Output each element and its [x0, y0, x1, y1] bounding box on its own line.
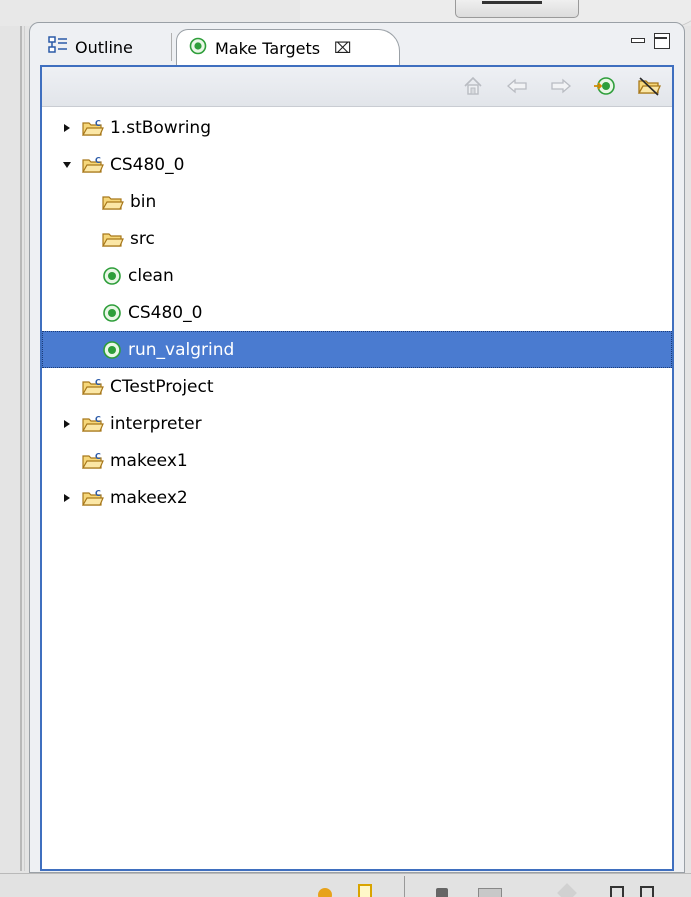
status-icon-2[interactable] [358, 884, 372, 897]
left-edge [20, 26, 22, 871]
make-target-icon [102, 303, 122, 323]
forward-arrow-icon[interactable] [548, 73, 574, 99]
project-folder-icon: C [82, 489, 104, 507]
view-controls [630, 33, 670, 49]
tab-make-targets[interactable]: Make Targets ⌧ [176, 29, 400, 66]
make-target-icon [102, 266, 122, 286]
tree-item-label: CTestProject [110, 376, 214, 397]
build-target-icon[interactable] [592, 73, 618, 99]
status-icon-3[interactable] [436, 888, 448, 897]
bottom-strip [0, 873, 691, 897]
svg-text:C: C [95, 415, 101, 424]
make-target-icon [189, 37, 207, 59]
outline-icon [48, 36, 68, 58]
tab-make-targets-label: Make Targets [215, 38, 321, 58]
tree-item-label: makeex2 [110, 487, 188, 508]
minimize-icon[interactable] [630, 34, 645, 48]
tree-item-label: CS480_0 [128, 302, 203, 323]
project-folder-icon: C [82, 415, 104, 433]
tree-item-label: interpreter [110, 413, 202, 434]
tree-item[interactable]: bin [42, 183, 672, 220]
svg-text:C: C [95, 119, 101, 128]
tree-item-label: bin [130, 191, 157, 212]
folder-icon [102, 193, 124, 211]
tree-item[interactable]: C CS480_0 [42, 146, 672, 183]
tree-item-label: makeex1 [110, 450, 188, 471]
tree-item[interactable]: C CTestProject [42, 368, 672, 405]
svg-text:C: C [95, 378, 101, 387]
tree-item[interactable]: Cinterpreter [42, 405, 672, 442]
tree-item-label: clean [128, 265, 174, 286]
project-folder-icon: C [82, 119, 104, 137]
hide-empty-folders-icon[interactable] [636, 73, 662, 99]
svg-text:C: C [95, 156, 101, 165]
make-targets-view: Outline Make Targets ⌧ C 1.stBowring C C… [29, 22, 685, 873]
top-window-button[interactable] [455, 0, 579, 18]
tree-item-label: src [130, 228, 155, 249]
project-folder-icon: C [82, 452, 104, 470]
tree-item-label: CS480_0 [110, 154, 185, 175]
tree-item[interactable]: C 1.stBowring [42, 109, 672, 146]
tree-item[interactable]: src [42, 220, 672, 257]
svg-text:C: C [95, 489, 101, 498]
tree-item[interactable]: run_valgrind [42, 331, 672, 368]
maximize-icon[interactable] [654, 33, 670, 49]
tree-item[interactable]: Cmakeex2 [42, 479, 672, 516]
left-edge-inner [24, 26, 25, 871]
tree-item-label: run_valgrind [128, 339, 235, 360]
tree-item[interactable]: Cmakeex1 [42, 442, 672, 479]
bottom-separator [404, 876, 405, 897]
project-folder-icon: C [82, 378, 104, 396]
expand-arrow-icon[interactable] [60, 121, 74, 135]
make-target-icon [102, 340, 122, 360]
tab-close-icon[interactable]: ⌧ [334, 39, 351, 57]
expand-arrow-icon[interactable] [60, 491, 74, 505]
make-targets-tree: C 1.stBowring C CS480_0 bin src clean CS480_0 ru… [42, 109, 672, 516]
svg-text:C: C [95, 452, 101, 461]
status-icon-1[interactable] [318, 888, 332, 897]
folder-icon [102, 230, 124, 248]
home-icon[interactable] [460, 73, 486, 99]
expand-arrow-icon[interactable] [60, 417, 74, 431]
status-icon-5[interactable] [557, 883, 577, 897]
tree-item[interactable]: clean [42, 257, 672, 294]
back-arrow-icon[interactable] [504, 73, 530, 99]
tree-item-label: 1.stBowring [110, 117, 211, 138]
maximize-icon-bottom[interactable] [640, 886, 654, 897]
view-tab-bar: Outline Make Targets ⌧ [30, 23, 684, 66]
tab-outline[interactable]: Outline [38, 29, 133, 65]
tree-item[interactable]: CS480_0 [42, 294, 672, 331]
status-icon-4[interactable] [478, 888, 502, 897]
tab-separator [171, 33, 172, 61]
make-targets-content: C 1.stBowring C CS480_0 bin src clean CS480_0 ru… [40, 65, 674, 871]
view-toolbar [42, 67, 672, 107]
minimize-icon-bottom[interactable] [610, 886, 624, 897]
project-folder-icon: C [82, 156, 104, 174]
tab-outline-label: Outline [75, 37, 133, 57]
collapse-arrow-icon[interactable] [60, 158, 74, 172]
